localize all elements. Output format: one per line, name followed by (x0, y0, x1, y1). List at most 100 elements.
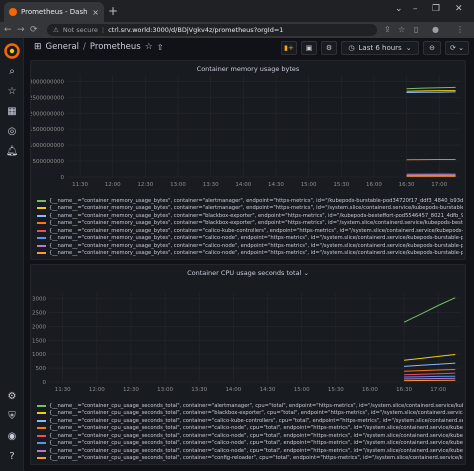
legend-item[interactable]: {__name__="container_memory_usage_bytes"… (37, 242, 463, 250)
legend-swatch (37, 207, 46, 210)
legend-item[interactable]: {__name__="container_cpu_usage_seconds_t… (37, 417, 463, 425)
series-line-0[interactable] (406, 86, 456, 90)
series-line-2[interactable] (404, 362, 456, 367)
series-line-3[interactable] (404, 369, 456, 372)
tab-close-icon[interactable]: × (92, 8, 99, 17)
profile-icon[interactable]: ● (432, 25, 439, 34)
new-tab-button[interactable]: + (108, 4, 118, 18)
time-range-picker[interactable]: ◷ Last 6 hours ⌄ (341, 41, 419, 55)
x-tick-label: 15:00 (294, 387, 310, 393)
reload-icon[interactable]: ⟳ (30, 24, 38, 36)
legend-item[interactable]: {__name__="container_cpu_usage_seconds_t… (37, 402, 463, 410)
legend-item[interactable]: {__name__="container_memory_usage_bytes"… (37, 250, 463, 258)
legend-item[interactable]: {__name__="container_memory_usage_bytes"… (37, 197, 463, 205)
clock-icon: ◷ (348, 44, 355, 52)
series-line-4[interactable] (404, 372, 456, 376)
legend-label: {__name__="container_cpu_usage_seconds_t… (49, 410, 463, 417)
legend-item[interactable]: {__name__="container_cpu_usage_seconds_t… (37, 447, 463, 455)
y-tick-label: 2000 (32, 324, 46, 330)
legend-item[interactable]: {__name__="container_cpu_usage_seconds_t… (37, 432, 463, 440)
dashboard-settings-button[interactable]: ⚙ (321, 41, 337, 55)
server-admin-icon[interactable]: ⛨ (5, 409, 19, 423)
legend-item[interactable]: {__name__="container_cpu_usage_seconds_t… (37, 410, 463, 418)
chevron-down-icon: ⌄ (405, 44, 412, 52)
series-line-5[interactable] (404, 375, 456, 378)
legend-item[interactable]: {__name__="container_memory_usage_bytes"… (37, 227, 463, 235)
chart-plot[interactable]: 3000000000 2500000000 2000000000 1500000000… (31, 61, 467, 191)
back-icon[interactable]: ← (4, 24, 12, 36)
forward-icon[interactable]: → (17, 24, 25, 36)
series-line-1[interactable] (406, 90, 456, 92)
series-line-6[interactable] (404, 377, 456, 380)
legend-item[interactable]: {__name__="container_memory_usage_bytes"… (37, 220, 463, 228)
series-line-1[interactable] (404, 354, 456, 361)
share-icon[interactable]: ⇪ (384, 25, 391, 34)
tab-title: Prometheus - Dashboards - Dash (21, 8, 88, 16)
close-window-button[interactable]: ✕ (455, 4, 463, 14)
refresh-button[interactable]: ⟳ ⌄ (445, 41, 469, 55)
chart-plot[interactable]: 3000 2500 2000 1500 1000 500 0 11:30 12:00 12:30 1… (31, 265, 467, 395)
x-tick-label: 16:30 (396, 387, 412, 393)
breadcrumb: ⊞ General / Prometheus ☆ ⇧ (34, 42, 163, 52)
legend-item[interactable]: {__name__="container_memory_usage_bytes"… (37, 212, 463, 220)
browser-menu-icon[interactable]: ⋮ (456, 25, 464, 34)
legend-swatch (37, 229, 46, 232)
starred-icon[interactable]: ☆ (5, 84, 19, 98)
legend-item[interactable]: {__name__="container_memory_usage_bytes"… (37, 235, 463, 243)
search-icon[interactable]: ⌕ (5, 64, 19, 78)
x-tick-label: 12:30 (137, 182, 153, 188)
x-tick-label: 12:00 (89, 387, 105, 393)
configuration-icon[interactable]: ⚙ (5, 389, 19, 403)
y-tick-label: 1000 (32, 352, 46, 358)
minimize-button[interactable]: – (413, 4, 418, 14)
legend-swatch (37, 419, 46, 422)
y-tick-label: 500 (36, 366, 47, 372)
memory-usage-panel[interactable]: 3000000000 2500000000 2000000000 1500000000… (30, 60, 466, 260)
legend-item[interactable]: {__name__="container_cpu_usage_seconds_t… (37, 440, 463, 448)
legend-label: {__name__="container_cpu_usage_seconds_t… (49, 440, 463, 447)
side-panel-icon[interactable]: ▯ (414, 25, 418, 34)
x-tick-label: 12:00 (105, 182, 121, 188)
browser-tab[interactable]: Prometheus - Dashboards - Dash × (4, 2, 104, 22)
add-panel-button[interactable]: ▮+ (281, 41, 297, 55)
mark-favorite-icon[interactable]: ☆ (145, 42, 153, 52)
series-line-2[interactable] (406, 91, 456, 93)
url-field[interactable]: ⚠ Not secure | ctrl.srv.world:3000/d/BDj… (47, 24, 377, 36)
breadcrumb-separator: / (83, 42, 86, 52)
breadcrumb-folder[interactable]: General (46, 42, 80, 52)
zoom-out-button[interactable]: ⊖ (423, 41, 441, 55)
legend-item[interactable]: {__name__="container_memory_usage_bytes"… (37, 205, 463, 213)
dashboards-icon[interactable]: ▦ (5, 104, 19, 118)
legend-label: {__name__="container_memory_usage_bytes"… (49, 197, 463, 204)
help-icon[interactable]: ? (5, 449, 19, 463)
bookmark-star-icon[interactable]: ☆ (398, 25, 405, 34)
legend-label: {__name__="container_cpu_usage_seconds_t… (49, 455, 463, 462)
maximize-button[interactable]: ❐ (432, 4, 440, 14)
panel-menu-chevron-icon[interactable]: ⌄ (303, 269, 308, 277)
save-dashboard-button[interactable]: ▣ (301, 41, 317, 55)
browser-tab-bar: Prometheus - Dashboards - Dash × + ⌄ – ❐… (0, 0, 474, 22)
explore-icon[interactable]: ◎ (5, 124, 19, 138)
legend-swatch (37, 427, 46, 430)
grafana-logo-icon[interactable] (4, 43, 20, 59)
y-tick-label: 500000000 (33, 159, 65, 165)
panel-title[interactable]: Container CPU usage seconds total ⌄ (31, 269, 465, 277)
cpu-usage-panel[interactable]: 3000 2500 2000 1500 1000 500 0 11:30 12:00 12:30 1… (30, 264, 466, 465)
legend-swatch (37, 222, 46, 225)
share-dashboard-icon[interactable]: ⇧ (157, 43, 164, 52)
user-avatar-icon[interactable]: ◉ (5, 429, 19, 443)
y-tick-label: 0 (61, 175, 65, 181)
breadcrumb-dashboard[interactable]: Prometheus (90, 42, 141, 52)
legend-item[interactable]: {__name__="container_cpu_usage_seconds_t… (37, 425, 463, 433)
panel-title[interactable]: Container memory usage bytes (31, 65, 465, 73)
legend-swatch (37, 457, 46, 460)
legend-item[interactable]: {__name__="container_cpu_usage_seconds_t… (37, 455, 463, 463)
y-tick-label: 2000000000 (31, 111, 64, 117)
alerting-icon[interactable]: 🔔︎ (5, 144, 19, 158)
refresh-icon: ⟳ ⌄ (450, 44, 464, 52)
series-line-0[interactable] (403, 297, 456, 323)
url-separator: | (101, 26, 105, 34)
tab-search-icon[interactable]: ⌄ (395, 4, 403, 14)
x-tick-label: 15:30 (328, 387, 344, 393)
grafana-favicon-icon (9, 8, 17, 16)
